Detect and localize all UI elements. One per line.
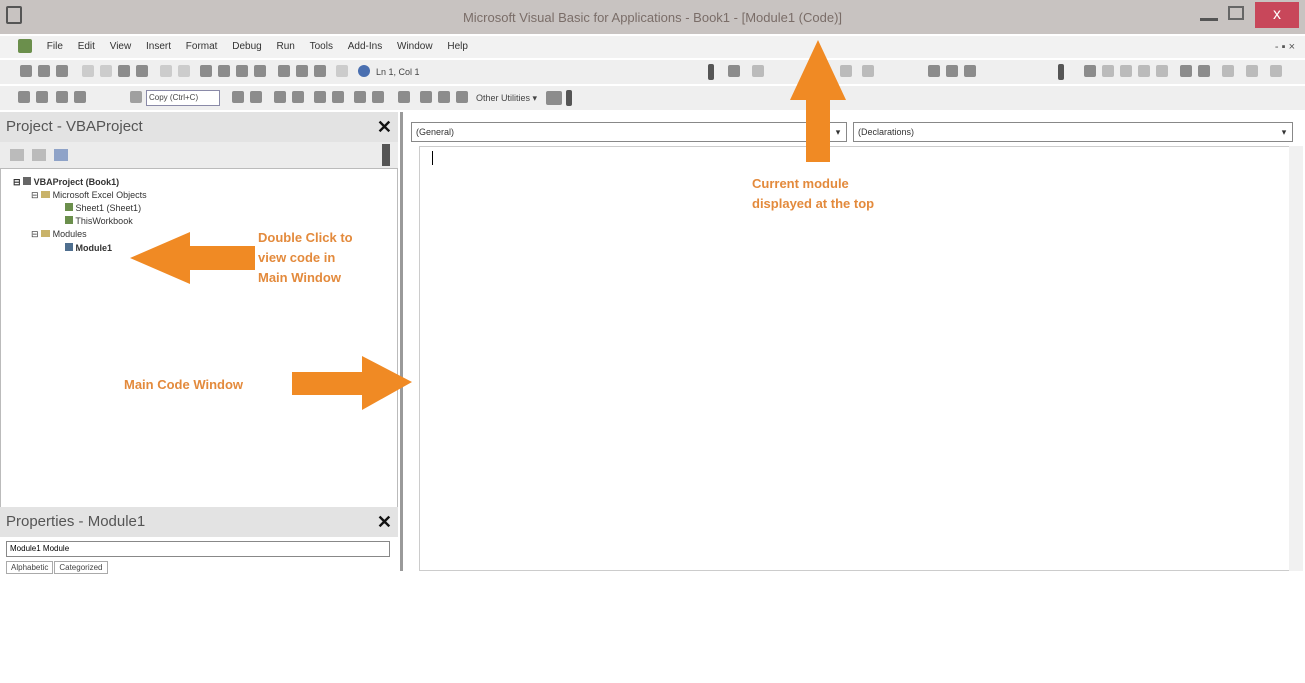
arrow-right-icon [292,356,412,410]
arrow-up-icon [790,40,846,162]
annotation-arrows [130,40,846,410]
arrow-left-icon [130,232,255,284]
